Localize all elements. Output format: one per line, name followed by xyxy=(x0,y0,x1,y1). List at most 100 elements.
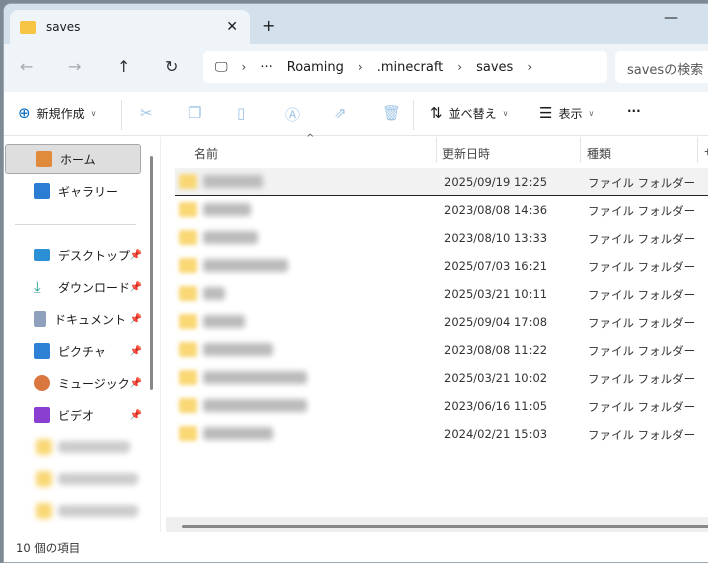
item-type: ファイル フォルダー xyxy=(588,372,696,386)
table-row[interactable]: 2023/08/10 13:33 ファイル フォルダー xyxy=(175,224,708,252)
sort-icon: ⇅ xyxy=(430,104,443,122)
column-header-date[interactable]: 更新日時 xyxy=(442,137,490,167)
view-label: 表示 xyxy=(558,106,583,121)
column-header-type[interactable]: 種類 xyxy=(587,137,611,167)
pin-icon[interactable]: 📌 xyxy=(130,250,142,261)
cut-button[interactable]: ✂ xyxy=(140,104,153,122)
breadcrumb-separator[interactable]: › xyxy=(242,60,247,74)
sidebar-item-home[interactable]: ホーム xyxy=(5,144,141,174)
table-row[interactable]: 2023/08/08 14:36 ファイル フォルダー xyxy=(175,196,708,224)
breadcrumb-minecraft[interactable]: .minecraft xyxy=(377,60,444,75)
forward-button[interactable]: → xyxy=(68,57,81,76)
paste-button[interactable]: ▯ xyxy=(237,104,245,122)
breadcrumb-separator[interactable]: › xyxy=(358,60,363,74)
item-type: ファイル フォルダー xyxy=(588,232,696,246)
column-divider[interactable] xyxy=(580,137,581,163)
item-type: ファイル フォルダー xyxy=(588,316,696,330)
sidebar-item-downloads[interactable]: ⤓ ダウンロード 📌 xyxy=(4,272,144,302)
breadcrumb-roaming[interactable]: Roaming xyxy=(287,60,344,75)
file-explorer-window: saves ✕ + — ← → ↑ ↻ 🖵 › ··· Roaming › .m… xyxy=(3,3,708,563)
tab-title: saves xyxy=(46,20,81,34)
horizontal-scrollbar[interactable] xyxy=(182,525,708,528)
new-tab-button[interactable]: + xyxy=(262,16,275,35)
sort-ascending-icon: ^ xyxy=(306,133,315,144)
sidebar-item-documents[interactable]: ドキュメント 📌 xyxy=(4,304,144,334)
rename-button[interactable]: Ⓐ xyxy=(285,104,300,125)
file-list: ^ 名前 更新日時 種類 サ 2025/09/19 12:25 ファイル フォルダ… xyxy=(160,133,708,532)
pin-icon[interactable]: 📌 xyxy=(130,282,142,293)
home-icon xyxy=(36,151,52,167)
scissors-icon: ✂ xyxy=(140,104,153,122)
sidebar-item-label: ビデオ xyxy=(58,408,95,423)
folder-icon xyxy=(179,370,197,385)
folder-icon xyxy=(179,398,197,413)
sidebar-item-desktop[interactable]: デスクトップ 📌 xyxy=(4,240,144,270)
table-row[interactable]: 2025/03/21 10:11 ファイル フォルダー xyxy=(175,280,708,308)
modified-date: 2024/02/21 15:03 xyxy=(444,427,548,441)
copy-button[interactable]: ❐ xyxy=(188,104,201,122)
table-row[interactable]: 2025/09/19 12:25 ファイル フォルダー xyxy=(175,168,708,196)
table-row[interactable]: 2025/07/03 16:21 ファイル フォルダー xyxy=(175,252,708,280)
view-button[interactable]: ☰ 表示 ∨ xyxy=(539,104,594,122)
table-row[interactable]: 2025/03/21 10:02 ファイル フォルダー xyxy=(175,364,708,392)
folder-icon xyxy=(179,230,197,245)
share-icon: ⇗ xyxy=(334,104,347,122)
table-row[interactable]: 2023/08/08 11:22 ファイル フォルダー xyxy=(175,336,708,364)
column-header-size[interactable]: サ xyxy=(704,137,708,167)
folder-icon xyxy=(179,314,197,329)
file-name-blurred xyxy=(203,259,288,272)
sidebar-item-label: ダウンロード xyxy=(58,280,131,295)
command-bar: ⊕ 新規作成 ∨ ✂ ❐ ▯ Ⓐ ⇗ 🗑 ⇅ 並べ替え ∨ ☰ 表示 ∨ ··· xyxy=(4,92,708,136)
table-row[interactable]: 2025/09/04 17:08 ファイル フォルダー xyxy=(175,308,708,336)
sidebar-scrollbar[interactable] xyxy=(150,156,153,390)
breadcrumb-more[interactable]: ··· xyxy=(260,60,272,75)
table-row[interactable]: 2023/06/16 11:05 ファイル フォルダー xyxy=(175,392,708,420)
column-header-name[interactable]: 名前 xyxy=(194,137,218,167)
trash-icon: 🗑 xyxy=(382,104,402,122)
chevron-down-icon: ∨ xyxy=(90,108,97,118)
breadcrumb-separator[interactable]: › xyxy=(457,60,462,74)
breadcrumb-saves[interactable]: saves xyxy=(476,60,513,75)
monitor-icon[interactable]: 🖵 xyxy=(215,60,228,75)
delete-button[interactable]: 🗑 xyxy=(382,104,401,122)
file-name-blurred xyxy=(203,287,225,300)
rename-icon: Ⓐ xyxy=(285,106,301,124)
plus-circle-icon: ⊕ xyxy=(18,104,31,122)
modified-date: 2023/08/10 13:33 xyxy=(444,231,548,245)
sidebar-item-pictures[interactable]: ピクチャ 📌 xyxy=(4,336,144,366)
sidebar-item-gallery[interactable]: ギャラリー xyxy=(4,176,144,206)
folder-icon xyxy=(179,286,197,301)
videos-icon xyxy=(34,407,50,423)
sidebar-item-videos[interactable]: ビデオ 📌 xyxy=(4,400,144,430)
more-options-button[interactable]: ··· xyxy=(627,104,641,118)
modified-date: 2025/07/03 16:21 xyxy=(444,259,548,273)
share-button[interactable]: ⇗ xyxy=(334,104,347,122)
sort-button[interactable]: ⇅ 並べ替え ∨ xyxy=(430,104,508,122)
pin-icon[interactable]: 📌 xyxy=(130,410,142,421)
item-count: 10 個の項目 xyxy=(16,541,81,555)
sidebar-item-music[interactable]: ミュージック 📌 xyxy=(4,368,144,398)
file-name-blurred xyxy=(203,399,307,412)
address-bar[interactable]: 🖵 › ··· Roaming › .minecraft › saves › xyxy=(203,51,607,83)
modified-date: 2023/08/08 14:36 xyxy=(444,203,548,217)
pin-icon[interactable]: 📌 xyxy=(130,346,142,357)
modified-date: 2023/08/08 11:22 xyxy=(444,343,548,357)
back-button[interactable]: ← xyxy=(20,57,33,76)
folder-icon xyxy=(179,202,197,217)
column-divider[interactable] xyxy=(436,137,437,163)
navigation-bar: ← → ↑ ↻ 🖵 › ··· Roaming › .minecraft › s… xyxy=(4,44,708,92)
chevron-down-icon: ∨ xyxy=(588,108,595,118)
minimize-button[interactable]: — xyxy=(664,10,678,26)
pin-icon[interactable]: 📌 xyxy=(130,314,142,325)
pin-icon[interactable]: 📌 xyxy=(130,378,142,389)
table-row[interactable]: 2024/02/21 15:03 ファイル フォルダー xyxy=(175,420,708,448)
tab-saves[interactable]: saves ✕ xyxy=(10,10,250,44)
up-button[interactable]: ↑ xyxy=(117,57,130,76)
refresh-button[interactable]: ↻ xyxy=(165,57,178,76)
file-name-blurred xyxy=(203,343,273,356)
new-button[interactable]: ⊕ 新規作成 ∨ xyxy=(18,104,96,122)
column-divider[interactable] xyxy=(697,137,698,163)
search-input[interactable]: savesの検索 xyxy=(615,51,708,83)
breadcrumb-separator[interactable]: › xyxy=(527,60,532,74)
close-tab-icon[interactable]: ✕ xyxy=(226,19,238,35)
